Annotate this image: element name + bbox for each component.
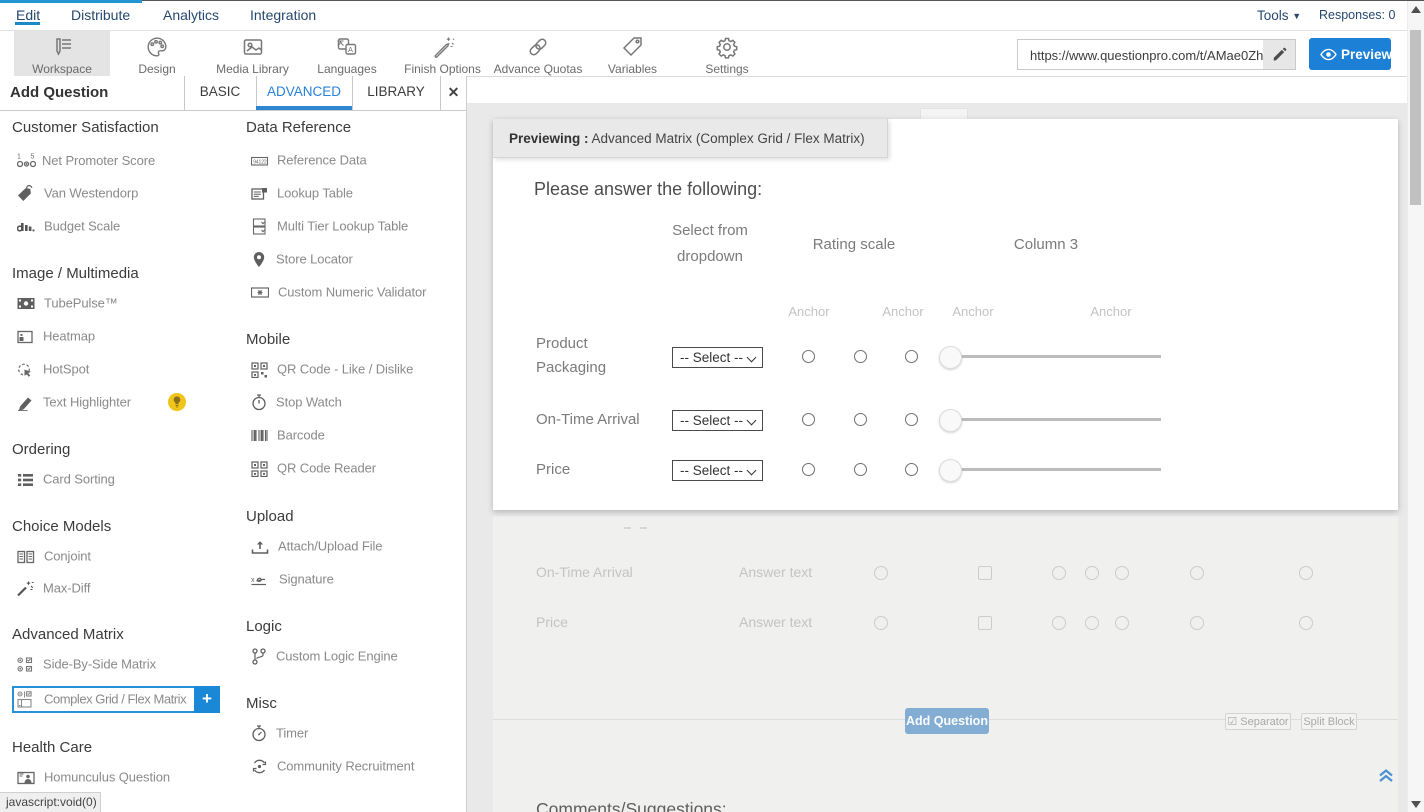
svg-text:A: A	[348, 45, 353, 54]
svg-text:5: 5	[31, 154, 35, 161]
svg-text:x: x	[251, 577, 255, 584]
svg-text:94122: 94122	[253, 159, 267, 165]
svg-text:1: 1	[17, 154, 21, 161]
